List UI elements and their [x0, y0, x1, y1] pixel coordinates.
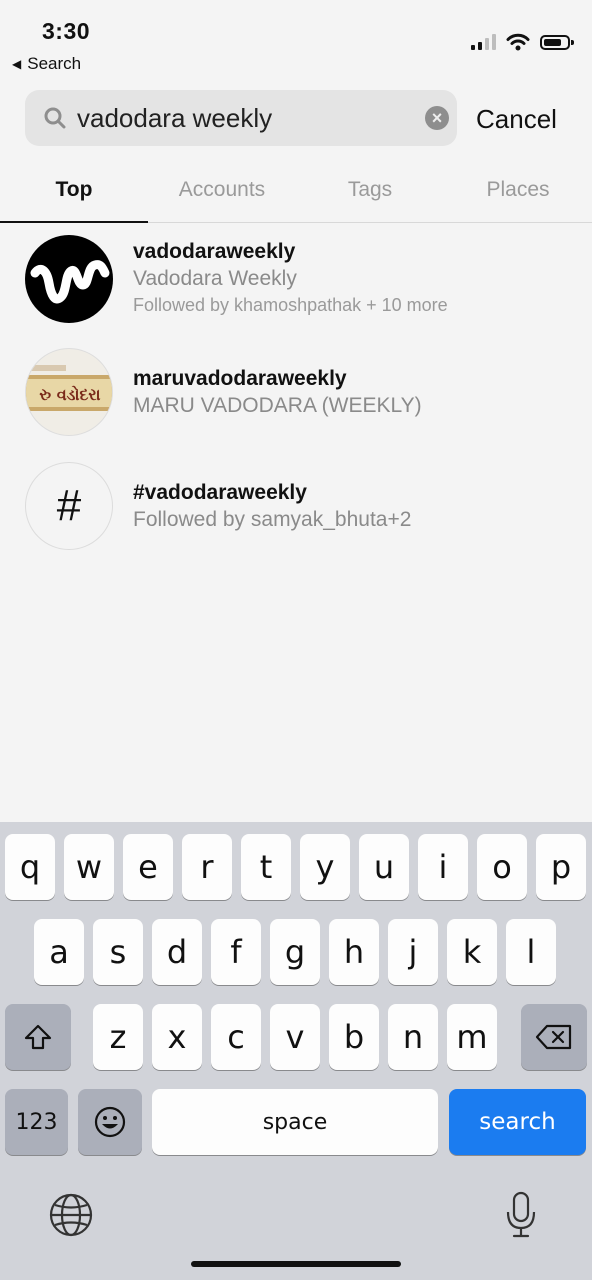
maru-vadodara-logo-icon: રુ વડોદરા — [26, 365, 112, 411]
battery-icon — [540, 34, 574, 50]
result-meta: Followed by khamoshpathak + 10 more — [133, 295, 448, 315]
status-time: 3:30 — [42, 18, 91, 44]
result-item-maruvadodaraweekly[interactable]: રુ વડોદરા maruvadodaraweekly MARU VADODA… — [0, 348, 592, 448]
cancel-button[interactable]: Cancel — [476, 104, 557, 135]
svg-text:રુ વડોદરા: રુ વડોદરા — [39, 384, 100, 404]
tab-tags[interactable]: Tags — [296, 170, 444, 222]
delete-key[interactable] — [521, 1004, 587, 1070]
key-p[interactable]: p — [536, 834, 586, 900]
key-z[interactable]: z — [93, 1004, 143, 1070]
key-q[interactable]: q — [5, 834, 55, 900]
back-triangle-icon: ◀ — [12, 57, 22, 71]
result-item-vadodaraweekly[interactable]: vadodaraweekly Vadodara Weekly Followed … — [0, 235, 592, 335]
search-input[interactable] — [77, 102, 407, 134]
result-item-hashtag[interactable]: # #vadodaraweekly Followed by samyak_bhu… — [0, 462, 592, 562]
search-field[interactable]: × — [25, 90, 457, 146]
wifi-icon — [506, 33, 530, 51]
key-h[interactable]: h — [329, 919, 379, 985]
result-tabs: Top Accounts Tags Places — [0, 170, 592, 223]
key-y[interactable]: y — [300, 834, 350, 900]
key-r[interactable]: r — [182, 834, 232, 900]
search-icon — [41, 104, 69, 132]
back-to-search[interactable]: ◀ Search — [12, 54, 81, 74]
key-x[interactable]: x — [152, 1004, 202, 1070]
key-c[interactable]: c — [211, 1004, 261, 1070]
avatar — [25, 235, 113, 323]
key-e[interactable]: e — [123, 834, 173, 900]
tab-top[interactable]: Top — [0, 170, 148, 223]
tab-accounts[interactable]: Accounts — [148, 170, 296, 222]
microphone-icon[interactable] — [505, 1190, 537, 1240]
shift-icon — [24, 1024, 52, 1050]
key-d[interactable]: d — [152, 919, 202, 985]
key-l[interactable]: l — [506, 919, 556, 985]
result-subtitle: Vadodara Weekly — [133, 267, 297, 290]
key-m[interactable]: m — [447, 1004, 497, 1070]
key-j[interactable]: j — [388, 919, 438, 985]
key-a[interactable]: a — [34, 919, 84, 985]
key-t[interactable]: t — [241, 834, 291, 900]
status-icons — [471, 33, 574, 51]
key-k[interactable]: k — [447, 919, 497, 985]
key-g[interactable]: g — [270, 919, 320, 985]
key-v[interactable]: v — [270, 1004, 320, 1070]
key-f[interactable]: f — [211, 919, 261, 985]
home-indicator[interactable] — [191, 1261, 401, 1267]
back-label: Search — [27, 54, 82, 73]
result-subtitle: Followed by samyak_bhuta+2 — [133, 508, 412, 531]
result-title: maruvadodaraweekly — [133, 367, 347, 390]
key-u[interactable]: u — [359, 834, 409, 900]
result-subtitle: MARU VADODARA (WEEKLY) — [133, 394, 422, 417]
emoji-key[interactable] — [78, 1089, 142, 1155]
result-title: #vadodaraweekly — [133, 481, 307, 504]
emoji-icon — [94, 1106, 126, 1138]
key-n[interactable]: n — [388, 1004, 438, 1070]
key-o[interactable]: o — [477, 834, 527, 900]
hashtag-icon: # — [25, 462, 113, 550]
numbers-key[interactable]: 123 — [5, 1089, 68, 1155]
key-w[interactable]: w — [64, 834, 114, 900]
space-key[interactable]: space — [152, 1089, 438, 1155]
avatar: રુ વડોદરા — [25, 348, 113, 436]
search-key[interactable]: search — [449, 1089, 586, 1155]
delete-icon — [535, 1024, 572, 1050]
signal-icon — [471, 34, 496, 50]
key-i[interactable]: i — [418, 834, 468, 900]
clear-icon[interactable]: × — [425, 106, 449, 130]
globe-icon[interactable] — [48, 1192, 94, 1238]
result-title: vadodaraweekly — [133, 240, 296, 263]
key-s[interactable]: s — [93, 919, 143, 985]
shift-key[interactable] — [5, 1004, 71, 1070]
key-b[interactable]: b — [329, 1004, 379, 1070]
vadodara-weekly-logo-icon — [30, 260, 110, 304]
tab-places[interactable]: Places — [444, 170, 592, 222]
